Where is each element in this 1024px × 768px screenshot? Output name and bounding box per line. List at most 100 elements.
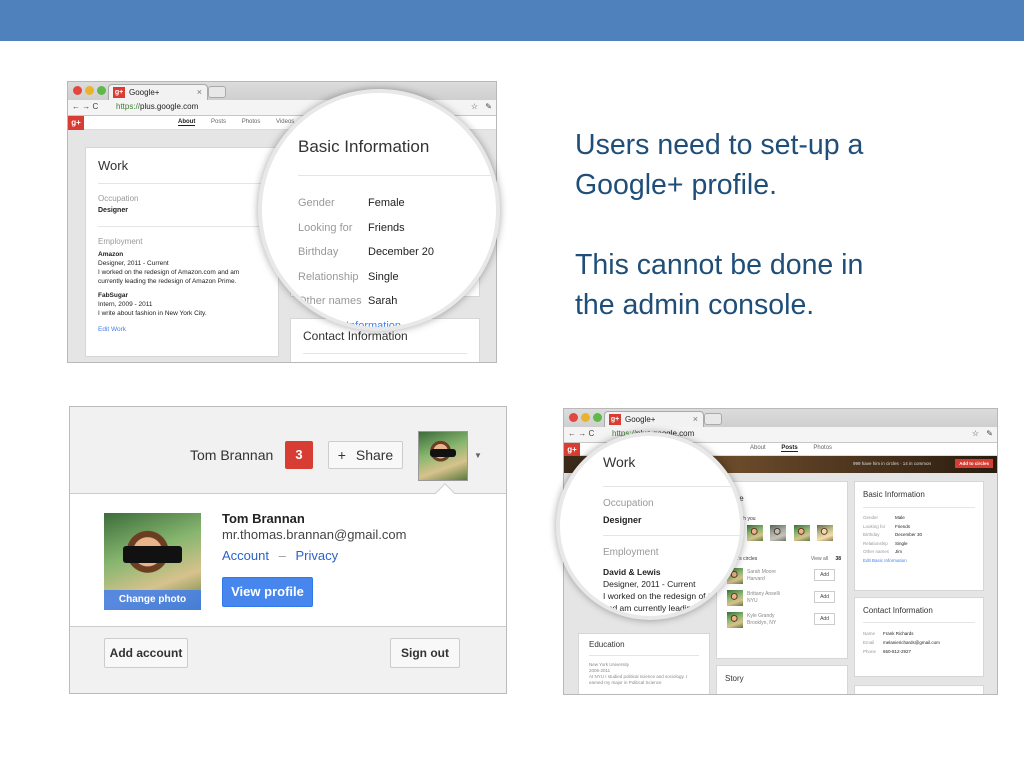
person-name[interactable]: Brittany Anselli xyxy=(747,591,780,597)
contact-info-title: Contact Information xyxy=(303,329,408,343)
basic-info-row: Other names Jim xyxy=(863,549,902,554)
wrench-icon[interactable]: ✎ xyxy=(485,102,492,111)
browser-tab[interactable]: g+ Google+ × xyxy=(604,411,704,427)
add-to-circles-button[interactable]: Add to circles xyxy=(955,459,993,468)
add-person-button[interactable]: Add xyxy=(814,613,835,625)
job2-desc: I write about fashion in New York City. xyxy=(98,310,207,317)
basic-info-row: Other names Sarah xyxy=(298,295,398,307)
people-list: Sarah Moore Harvard Add Brittany Anselli… xyxy=(727,566,839,632)
edit-work-link[interactable]: Edit Work xyxy=(98,325,266,334)
job1-role: Designer, 2011 - Current xyxy=(98,260,169,267)
person-name[interactable]: Kyle Grandy xyxy=(747,613,775,619)
display-name: Tom Brannan xyxy=(222,511,305,526)
privacy-link[interactable]: Privacy xyxy=(295,548,338,563)
url-text[interactable]: https://plus.google.com xyxy=(116,102,198,111)
text-line-1: Users need to set-up a xyxy=(575,129,864,161)
contact-info-title: Contact Information xyxy=(863,606,933,615)
google-plus-icon: g+ xyxy=(609,414,621,425)
close-window-icon[interactable] xyxy=(73,86,82,95)
minimize-window-icon[interactable] xyxy=(85,86,94,95)
google-plus-logo-icon[interactable]: g+ xyxy=(564,443,580,456)
person-row: Kyle Grandy Brooklyn, NY Add xyxy=(727,610,839,632)
glasses xyxy=(429,448,457,458)
email-address: mr.thomas.brannan@gmail.com xyxy=(222,527,407,542)
minimize-window-icon[interactable] xyxy=(581,413,590,422)
employment-label: Employment xyxy=(603,547,659,558)
chevron-down-icon[interactable]: ▼ xyxy=(474,451,482,460)
basic-info-title: Basic Information xyxy=(298,137,430,156)
work-title: Work xyxy=(603,454,636,470)
tab-posts[interactable]: Posts xyxy=(211,119,226,125)
account-links: Account – Privacy xyxy=(222,548,338,563)
account-link[interactable]: Account xyxy=(222,548,269,563)
tab-close-icon[interactable]: × xyxy=(693,414,698,424)
basic-info-row: Relationship Single xyxy=(298,270,399,283)
person-avatar[interactable] xyxy=(817,525,834,541)
work-card: Work Occupation Designer Employment Amaz… xyxy=(85,147,279,357)
change-photo-label[interactable]: Change photo xyxy=(104,590,201,610)
contact-row: Name Frank Richards xyxy=(863,631,914,636)
share-label: Share xyxy=(355,447,394,463)
tab-posts[interactable]: Posts xyxy=(781,445,798,452)
star-icon[interactable]: ☆ xyxy=(972,429,979,438)
edit-basic-info-link[interactable]: Edit Basic Information xyxy=(863,557,975,566)
view-profile-button[interactable]: View profile xyxy=(222,577,313,607)
person-avatar[interactable] xyxy=(727,612,743,628)
tab-videos[interactable]: Videos xyxy=(276,119,294,125)
person-avatar[interactable] xyxy=(727,590,743,606)
sign-out-button[interactable]: Sign out xyxy=(390,638,460,668)
star-icon[interactable]: ☆ xyxy=(471,102,478,111)
back-forward-reload-icons[interactable]: ← → C xyxy=(72,102,98,111)
new-tab-button[interactable] xyxy=(704,413,722,425)
tab-close-icon[interactable]: × xyxy=(197,87,202,97)
account-menu-header: Tom Brannan 3 + Share ▼ xyxy=(70,407,506,494)
maximize-window-icon[interactable] xyxy=(593,413,602,422)
tab-about[interactable]: About xyxy=(178,119,196,126)
basic-info-row: Gender Male xyxy=(863,515,905,520)
view-all-link[interactable]: View all 38 xyxy=(811,556,841,562)
close-window-icon[interactable] xyxy=(569,413,578,422)
basic-info-rows: Gender Female Looking for Friends Birthday… xyxy=(298,191,434,327)
avatar-small[interactable] xyxy=(418,431,468,481)
account-menu-panel: Tom Brannan 3 + Share ▼ Change photo Tom… xyxy=(69,406,507,694)
add-person-button[interactable]: Add xyxy=(814,591,835,603)
google-plus-logo-icon[interactable]: g+ xyxy=(68,116,84,130)
person-place: Brooklyn, NY xyxy=(747,620,777,626)
tab-photos[interactable]: Photos xyxy=(813,445,832,451)
person-name[interactable]: Sarah Moore xyxy=(747,569,776,575)
url-host: plus.google.com xyxy=(140,102,199,111)
person-avatar[interactable] xyxy=(770,525,787,541)
account-menu-footer: Add account Sign out xyxy=(70,626,506,693)
slide-body-text: Users need to set-up a Google+ profile. T… xyxy=(575,125,995,365)
browser-tab[interactable]: g+ Google+ × xyxy=(108,84,208,100)
notification-badge[interactable]: 3 xyxy=(285,441,313,469)
basic-info-row: Relationship Single xyxy=(863,540,908,546)
basic-info-row: Gender Female xyxy=(298,197,405,209)
header-user-name[interactable]: Tom Brannan xyxy=(190,447,273,463)
glasses xyxy=(123,545,182,564)
wrench-icon[interactable]: ✎ xyxy=(986,429,993,438)
person-place: NYU xyxy=(747,598,758,604)
work-card-title: Work xyxy=(98,158,129,173)
view-all-label: View all xyxy=(810,556,829,562)
share-button[interactable]: + Share xyxy=(328,441,403,469)
basic-info-row: Looking for Friends xyxy=(298,221,405,234)
bottom-right-card xyxy=(854,685,984,694)
new-tab-button[interactable] xyxy=(208,86,226,98)
back-forward-reload-icons[interactable]: ← → C xyxy=(568,429,594,438)
add-account-button[interactable]: Add account xyxy=(104,638,188,668)
tab-about[interactable]: About xyxy=(750,445,766,451)
occupation-label: Occupation xyxy=(98,194,139,203)
magnifier-basic-info: Basic Information Gender Female Looking f… xyxy=(258,89,500,331)
job2-company: FabSugar xyxy=(98,292,128,299)
add-person-button[interactable]: Add xyxy=(814,569,835,581)
education-title: Education xyxy=(589,640,625,649)
person-avatar[interactable] xyxy=(747,525,763,541)
person-avatar[interactable] xyxy=(793,525,810,541)
job1-desc1: I worked on the redesign of Amazon.com a… xyxy=(98,269,240,276)
tab-photos[interactable]: Photos xyxy=(242,119,261,125)
contact-row: Phone 650-812-2927 xyxy=(863,649,912,654)
profile-photo[interactable]: Change photo xyxy=(104,513,201,610)
title-bar xyxy=(0,0,1024,41)
maximize-window-icon[interactable] xyxy=(97,86,106,95)
